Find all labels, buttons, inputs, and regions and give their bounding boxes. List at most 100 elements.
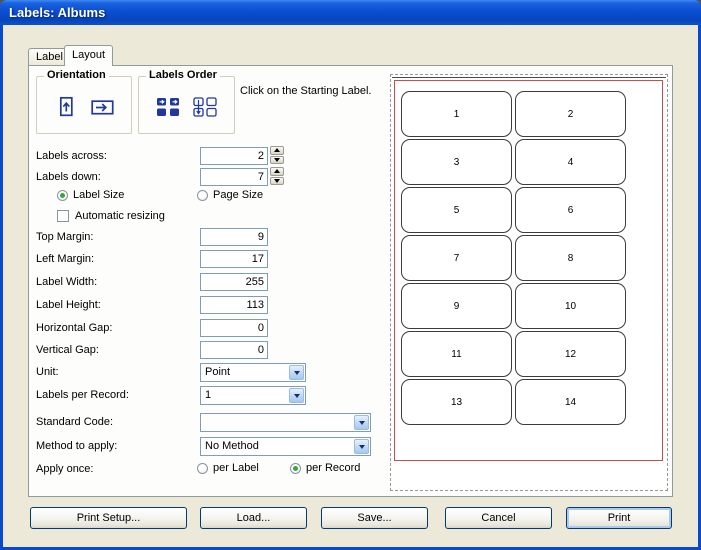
load-button[interactable]: Load... — [200, 507, 307, 529]
dropdown-arrow-icon — [294, 371, 300, 375]
standard-code-combo-arrow[interactable] — [354, 415, 369, 430]
preview-label[interactable]: 8 — [515, 235, 626, 281]
preview-label[interactable]: 13 — [401, 379, 512, 425]
down-arrow-icon — [274, 158, 280, 162]
page-size-radio[interactable]: Page Size — [197, 188, 263, 202]
automatic-resizing-checkbox[interactable]: Automatic resizing — [57, 209, 165, 223]
print-setup-button[interactable]: Print Setup... — [30, 507, 187, 529]
dropdown-arrow-icon — [359, 445, 365, 449]
page-size-radio-label: Page Size — [213, 189, 263, 201]
labels-per-record-label: Labels per Record: — [36, 386, 129, 404]
per-record-radio[interactable]: per Record — [290, 461, 360, 475]
automatic-resizing-label: Automatic resizing — [75, 210, 165, 222]
unit-label: Unit: — [36, 363, 59, 381]
dropdown-arrow-icon — [359, 421, 365, 425]
method-to-apply-combo[interactable]: No Method — [200, 437, 371, 456]
labels-down-spinner-down[interactable] — [270, 177, 284, 186]
labels-order-across-button[interactable] — [154, 94, 182, 120]
preview-label[interactable]: 11 — [401, 331, 512, 377]
labels-order-icons — [139, 94, 234, 120]
radio-circle-icon — [197, 190, 208, 201]
radio-circle-icon — [57, 190, 68, 201]
preview-page-border: 1234567891011121314 — [394, 80, 663, 461]
method-to-apply-combo-arrow[interactable] — [354, 439, 369, 454]
order-down-icon — [192, 96, 218, 118]
labels-per-record-combo[interactable]: 1 — [200, 386, 306, 405]
unit-combo[interactable]: Point — [200, 363, 306, 382]
labels-dialog: Labels: Albums Label Layout Orientation — [0, 0, 701, 550]
label-height-input[interactable] — [200, 296, 268, 314]
label-size-radio[interactable]: Label Size — [57, 188, 124, 202]
method-to-apply-label: Method to apply: — [36, 437, 117, 455]
per-record-radio-label: per Record — [306, 462, 360, 474]
dropdown-arrow-icon — [294, 394, 300, 398]
cancel-button[interactable]: Cancel — [445, 507, 552, 529]
top-margin-input[interactable] — [200, 228, 268, 246]
down-arrow-icon — [274, 179, 280, 183]
labels-across-label: Labels across: — [36, 147, 107, 165]
labels-per-record-combo-value: 1 — [205, 389, 211, 401]
labels-down-spinner-up[interactable] — [270, 167, 284, 176]
standard-code-label: Standard Code: — [36, 413, 113, 431]
labels-across-input[interactable] — [200, 147, 268, 165]
horizontal-gap-input[interactable] — [200, 319, 268, 337]
top-margin-label: Top Margin: — [36, 228, 93, 246]
landscape-page-icon — [90, 96, 116, 118]
apply-once-label: Apply once: — [36, 460, 93, 478]
preview-label[interactable]: 2 — [515, 91, 626, 137]
print-button[interactable]: Print — [566, 507, 672, 529]
preview-label[interactable]: 12 — [515, 331, 626, 377]
checkbox-icon — [57, 210, 69, 222]
unit-combo-arrow[interactable] — [289, 365, 304, 380]
left-margin-label: Left Margin: — [36, 250, 94, 268]
labels-order-group: Labels Order — [138, 76, 235, 134]
labels-order-down-button[interactable] — [191, 94, 219, 120]
preview-label[interactable]: 10 — [515, 283, 626, 329]
preview-label[interactable]: 7 — [401, 235, 512, 281]
vertical-gap-input[interactable] — [200, 341, 268, 359]
method-to-apply-combo-value: No Method — [205, 440, 259, 452]
orientation-portrait-button[interactable] — [52, 94, 80, 120]
horizontal-gap-label: Horizontal Gap: — [36, 319, 112, 337]
order-across-icon — [155, 96, 181, 118]
orientation-group: Orientation — [36, 76, 132, 134]
preview-label[interactable]: 5 — [401, 187, 512, 233]
orientation-icons — [37, 94, 131, 120]
window-title: Labels: Albums — [9, 5, 105, 20]
orientation-landscape-button[interactable] — [89, 94, 117, 120]
labels-across-spinner-up[interactable] — [270, 146, 284, 155]
preview-label[interactable]: 4 — [515, 139, 626, 185]
preview-label[interactable]: 14 — [515, 379, 626, 425]
preview-label[interactable]: 3 — [401, 139, 512, 185]
preview-top-ruler — [392, 77, 666, 78]
up-arrow-icon — [274, 169, 280, 173]
per-label-radio[interactable]: per Label — [197, 461, 259, 475]
save-button[interactable]: Save... — [321, 507, 428, 529]
labels-down-spinner — [270, 167, 284, 185]
labels-order-group-title: Labels Order — [146, 69, 220, 81]
up-arrow-icon — [274, 148, 280, 152]
label-height-label: Label Height: — [36, 296, 101, 314]
labels-down-label: Labels down: — [36, 168, 101, 186]
orientation-group-title: Orientation — [44, 69, 109, 81]
left-margin-input[interactable] — [200, 250, 268, 268]
titlebar[interactable]: Labels: Albums — [0, 0, 701, 25]
labels-across-spinner-down[interactable] — [270, 156, 284, 165]
preview-label[interactable]: 1 — [401, 91, 512, 137]
radio-circle-icon — [290, 463, 301, 474]
label-page-preview: 1234567891011121314 — [390, 74, 668, 491]
tab-layout[interactable]: Layout — [64, 45, 113, 66]
unit-combo-value: Point — [205, 366, 230, 378]
preview-label[interactable]: 9 — [401, 283, 512, 329]
radio-circle-icon — [197, 463, 208, 474]
preview-label[interactable]: 6 — [515, 187, 626, 233]
vertical-gap-label: Vertical Gap: — [36, 341, 99, 359]
preview-grid: 1234567891011121314 — [401, 91, 626, 425]
portrait-page-icon — [54, 96, 78, 118]
label-width-input[interactable] — [200, 273, 268, 291]
label-width-label: Label Width: — [36, 273, 97, 291]
labels-down-input[interactable] — [200, 168, 268, 186]
standard-code-combo[interactable] — [200, 413, 371, 432]
labels-per-record-combo-arrow[interactable] — [289, 388, 304, 403]
per-label-radio-label: per Label — [213, 462, 259, 474]
